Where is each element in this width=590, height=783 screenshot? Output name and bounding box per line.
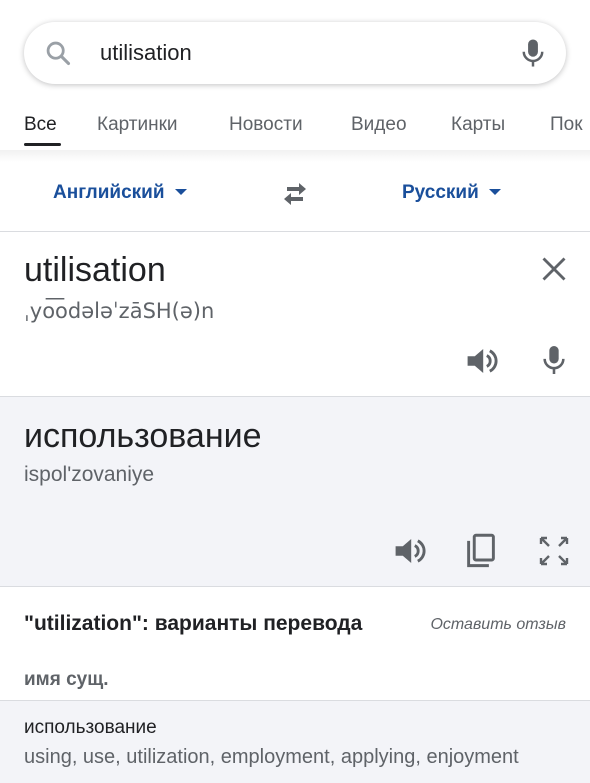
translation-panel: использование ispol'zovaniye <box>0 397 590 587</box>
tab-videos[interactable]: Видео <box>351 114 407 136</box>
tab-all[interactable]: Все <box>24 114 57 136</box>
fullscreen-icon[interactable] <box>538 535 570 567</box>
tabs-divider <box>0 150 590 162</box>
variants-title: "utilization": варианты перевода <box>24 612 363 635</box>
source-language-label: Английский <box>53 182 165 203</box>
list-item[interactable]: использование using, use, utilization, e… <box>0 700 590 783</box>
microphone-icon[interactable] <box>518 37 548 69</box>
source-text[interactable]: utilisation <box>24 251 166 290</box>
speaker-icon[interactable] <box>464 345 500 377</box>
translation-transliteration: ispol'zovaniye <box>24 463 155 486</box>
search-box[interactable]: utilisation <box>24 22 566 84</box>
translation-variants: "utilization": варианты перевода Оставит… <box>0 588 590 783</box>
source-transcription: ˌyo͞odələˈzāSH(ə)n <box>24 299 215 323</box>
target-language-dropdown[interactable]: Русский <box>402 182 501 204</box>
target-language-label: Русский <box>402 182 479 203</box>
variant-synonyms: using, use, utilization, employment, app… <box>24 746 519 768</box>
swap-languages-icon[interactable] <box>279 180 311 208</box>
copy-icon[interactable] <box>465 533 497 569</box>
language-selector: Английский Русский <box>0 162 590 232</box>
search-header: utilisation <box>0 0 590 100</box>
tab-shopping[interactable]: Пок <box>550 114 583 136</box>
chevron-down-icon <box>174 188 187 195</box>
tab-maps[interactable]: Карты <box>451 114 505 136</box>
variant-word: использование <box>24 717 157 738</box>
search-input[interactable]: utilisation <box>100 40 192 66</box>
speaker-icon[interactable] <box>392 535 428 567</box>
part-of-speech-label: имя сущ. <box>24 669 109 690</box>
close-icon[interactable] <box>540 255 568 283</box>
feedback-link[interactable]: Оставить отзыв <box>430 616 566 634</box>
source-language-dropdown[interactable]: Английский <box>53 182 187 204</box>
tab-news[interactable]: Новости <box>229 114 303 136</box>
source-panel: utilisation ˌyo͞odələˈzāSH(ə)n <box>0 233 590 397</box>
search-tabs: Все Картинки Новости Видео Карты Пок <box>0 108 590 148</box>
translated-text: использование <box>24 417 262 455</box>
tab-images[interactable]: Картинки <box>97 114 178 136</box>
search-icon[interactable] <box>44 39 72 67</box>
active-tab-indicator <box>24 143 61 146</box>
chevron-down-icon <box>488 188 501 195</box>
microphone-icon[interactable] <box>540 343 568 377</box>
